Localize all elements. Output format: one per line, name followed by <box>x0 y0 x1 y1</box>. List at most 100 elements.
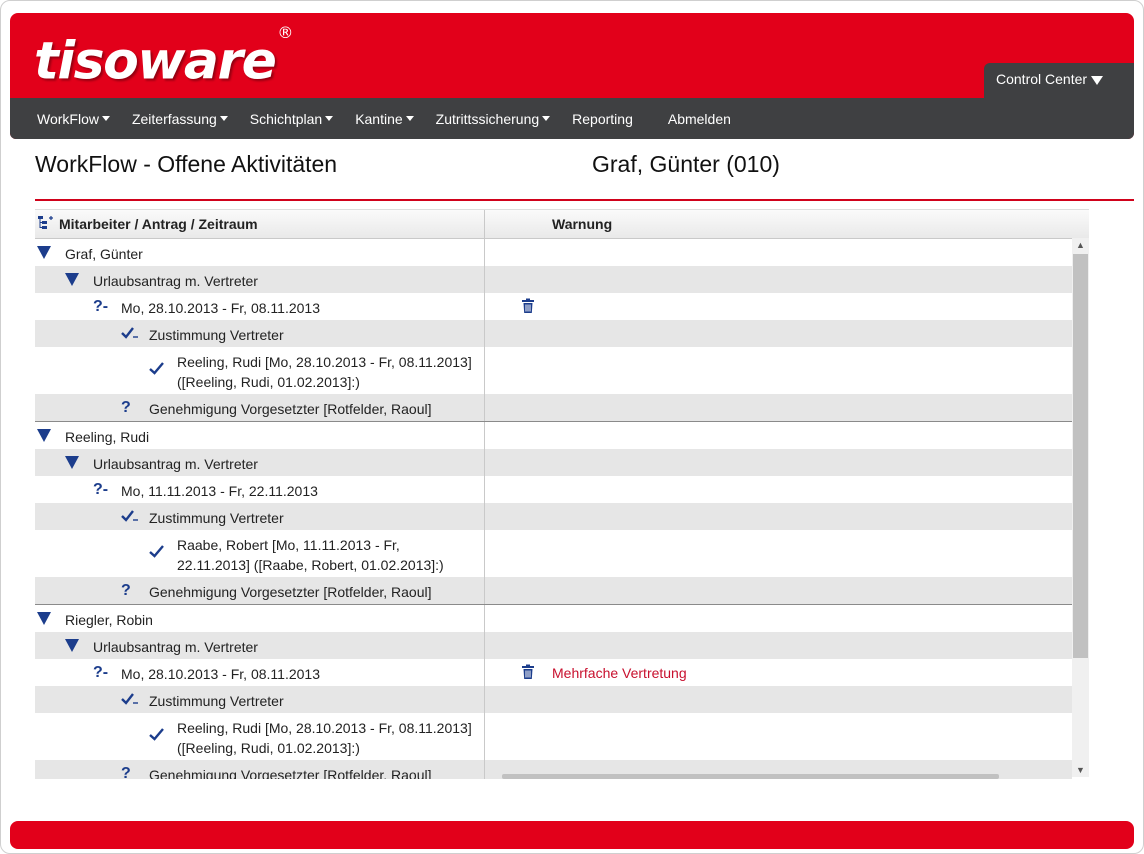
row-label: Raabe, Robert [Mo, 11.11.2013 - Fr, <box>177 537 400 553</box>
row-label: Reeling, Rudi [Mo, 28.10.2013 - Fr, 08.1… <box>177 354 472 370</box>
caret-down-icon <box>1091 75 1104 85</box>
tree-expand-icon[interactable] <box>37 215 53 231</box>
check-icon <box>149 726 165 745</box>
header: tisoware ® Control Center WorkFlow Zeiterf… <box>10 13 1134 139</box>
check-dash-icon <box>121 325 139 344</box>
user-name-title: Graf, Günter (010) <box>592 151 780 177</box>
table-body: Graf, Günter Urlaubsantrag m. Vertreter ?-… <box>35 239 1072 779</box>
table-row[interactable]: Reeling, Rudi [Mo, 28.10.2013 - Fr, 08.1… <box>35 347 1072 394</box>
nav-item-workflow[interactable]: WorkFlow <box>37 111 110 127</box>
warning-cell <box>486 320 1072 347</box>
nav-item-label: Reporting <box>572 110 633 127</box>
row-label: Graf, Günter <box>65 246 143 262</box>
question-dash-icon: ?- <box>93 664 109 681</box>
table-row[interactable]: ? Genehmigung Vorgesetzter [Rotfelder, Ra… <box>35 394 1072 421</box>
warning-cell <box>486 239 1072 266</box>
row-label-continued: ([Reeling, Rudi, 01.02.2013]:) <box>177 740 360 756</box>
table-header: Mitarbeiter / Antrag / Zeitraum Warnung <box>35 210 1089 239</box>
employee-row[interactable]: Reeling, Rudi <box>35 421 1072 449</box>
row-label: Riegler, Robin <box>65 612 153 628</box>
triangle-down-icon[interactable] <box>65 637 79 652</box>
warning-cell <box>486 503 1072 530</box>
scroll-thumb[interactable] <box>1073 254 1088 658</box>
tisoware-logo: tisoware ® <box>34 23 293 92</box>
table-row[interactable]: ?- Mo, 28.10.2013 - Fr, 08.11.2013 Mehrfac… <box>35 659 1072 686</box>
table-row[interactable]: Reeling, Rudi [Mo, 28.10.2013 - Fr, 08.1… <box>35 713 1072 760</box>
table-row[interactable]: Urlaubsantrag m. Vertreter <box>35 449 1072 476</box>
triangle-down-icon[interactable] <box>65 271 79 286</box>
warning-cell <box>486 476 1072 503</box>
warning-cell <box>486 347 1072 394</box>
caret-down-icon <box>405 116 414 121</box>
row-label: Genehmigung Vorgesetzter [Rotfelder, Rao… <box>149 584 432 600</box>
column-header-employee[interactable]: Mitarbeiter / Antrag / Zeitraum <box>35 210 485 239</box>
warning-cell <box>486 632 1072 659</box>
horizontal-scrollbar[interactable] <box>502 774 999 779</box>
triangle-down-icon[interactable] <box>37 427 51 442</box>
table-row[interactable]: ?- Mo, 11.11.2013 - Fr, 22.11.2013 <box>35 476 1072 503</box>
scroll-down-icon[interactable]: ▼ <box>1076 765 1085 775</box>
check-icon <box>149 543 165 562</box>
table-row[interactable]: ?- Mo, 28.10.2013 - Fr, 08.11.2013 <box>35 293 1072 320</box>
divider <box>35 199 1134 201</box>
footer-bar <box>10 821 1134 849</box>
column-header-employee-label: Mitarbeiter / Antrag / Zeitraum <box>59 216 258 232</box>
caret-down-icon <box>325 116 334 121</box>
trash-icon[interactable] <box>521 664 535 680</box>
row-label: Urlaubsantrag m. Vertreter <box>93 273 258 289</box>
row-label: Zustimmung Vertreter <box>149 510 284 526</box>
warning-cell <box>486 394 1072 421</box>
column-header-warning: Warnung <box>552 216 613 232</box>
table-row[interactable]: Urlaubsantrag m. Vertreter <box>35 266 1072 293</box>
warning-cell <box>486 686 1072 713</box>
row-label: Zustimmung Vertreter <box>149 693 284 709</box>
page-title: WorkFlow - Offene Aktivitäten <box>35 151 338 177</box>
nav-item-label: WorkFlow <box>37 110 99 127</box>
warning-cell <box>486 449 1072 476</box>
scroll-up-icon[interactable]: ▲ <box>1076 240 1085 250</box>
table-row[interactable]: Urlaubsantrag m. Vertreter <box>35 632 1072 659</box>
triangle-down-icon[interactable] <box>37 610 51 625</box>
table-row[interactable]: Zustimmung Vertreter <box>35 503 1072 530</box>
table-row[interactable]: ? Genehmigung Vorgesetzter [Rotfelder, Ra… <box>35 577 1072 604</box>
row-label: Zustimmung Vertreter <box>149 327 284 343</box>
row-label: Reeling, Rudi <box>65 429 150 445</box>
warning-cell <box>486 293 1072 320</box>
warning-cell <box>486 422 1072 449</box>
control-center-label: Control Center <box>996 71 1088 87</box>
nav-item-schichtplan[interactable]: Schichtplan <box>249 110 334 127</box>
control-center-button[interactable]: Control Center <box>984 63 1134 98</box>
caret-down-icon <box>219 116 228 121</box>
trash-icon[interactable] <box>521 298 535 314</box>
nav-item-label: Abmelden <box>667 110 731 127</box>
nav-item-reporting[interactable]: Reporting <box>572 111 633 127</box>
employee-row[interactable]: Riegler, Robin <box>35 604 1072 632</box>
question-dash-icon: ?- <box>93 298 109 315</box>
warning-cell <box>486 530 1072 577</box>
nav-item-zutrittssicherung[interactable]: Zutrittssicherung <box>436 111 551 127</box>
table-row[interactable]: Zustimmung Vertreter <box>35 686 1072 713</box>
table-row[interactable]: Raabe, Robert [Mo, 11.11.2013 - Fr, 22.11… <box>35 530 1072 577</box>
row-label: Genehmigung Vorgesetzter [Rotfelder, Rao… <box>149 767 432 779</box>
caret-down-icon <box>101 116 110 121</box>
question-icon: ? <box>121 399 131 416</box>
row-label: Urlaubsantrag m. Vertreter <box>93 456 258 472</box>
nav-item-kantine[interactable]: Kantine <box>355 111 414 127</box>
nav-item-label: Schichtplan <box>249 110 323 127</box>
caret-down-icon <box>542 116 551 121</box>
table-row[interactable]: Zustimmung Vertreter <box>35 320 1072 347</box>
nav-item-zeiterfassung[interactable]: Zeiterfassung <box>132 111 228 127</box>
warning-cell: Mehrfache Vertretung <box>486 659 1072 686</box>
triangle-down-icon[interactable] <box>37 244 51 259</box>
triangle-down-icon[interactable] <box>65 454 79 469</box>
employee-row[interactable]: Graf, Günter <box>35 239 1072 266</box>
check-icon <box>149 360 165 379</box>
vertical-scrollbar[interactable]: ▲ ▼ <box>1072 238 1089 777</box>
check-dash-icon <box>121 508 139 527</box>
warning-cell <box>486 266 1072 293</box>
warning-cell <box>486 605 1072 632</box>
main-nav: WorkFlow Zeiterfassung Schichtplan Kantine Z… <box>10 98 1134 139</box>
nav-item-abmelden[interactable]: Abmelden <box>668 111 731 127</box>
warning-cell <box>486 577 1072 604</box>
question-icon: ? <box>121 582 131 599</box>
